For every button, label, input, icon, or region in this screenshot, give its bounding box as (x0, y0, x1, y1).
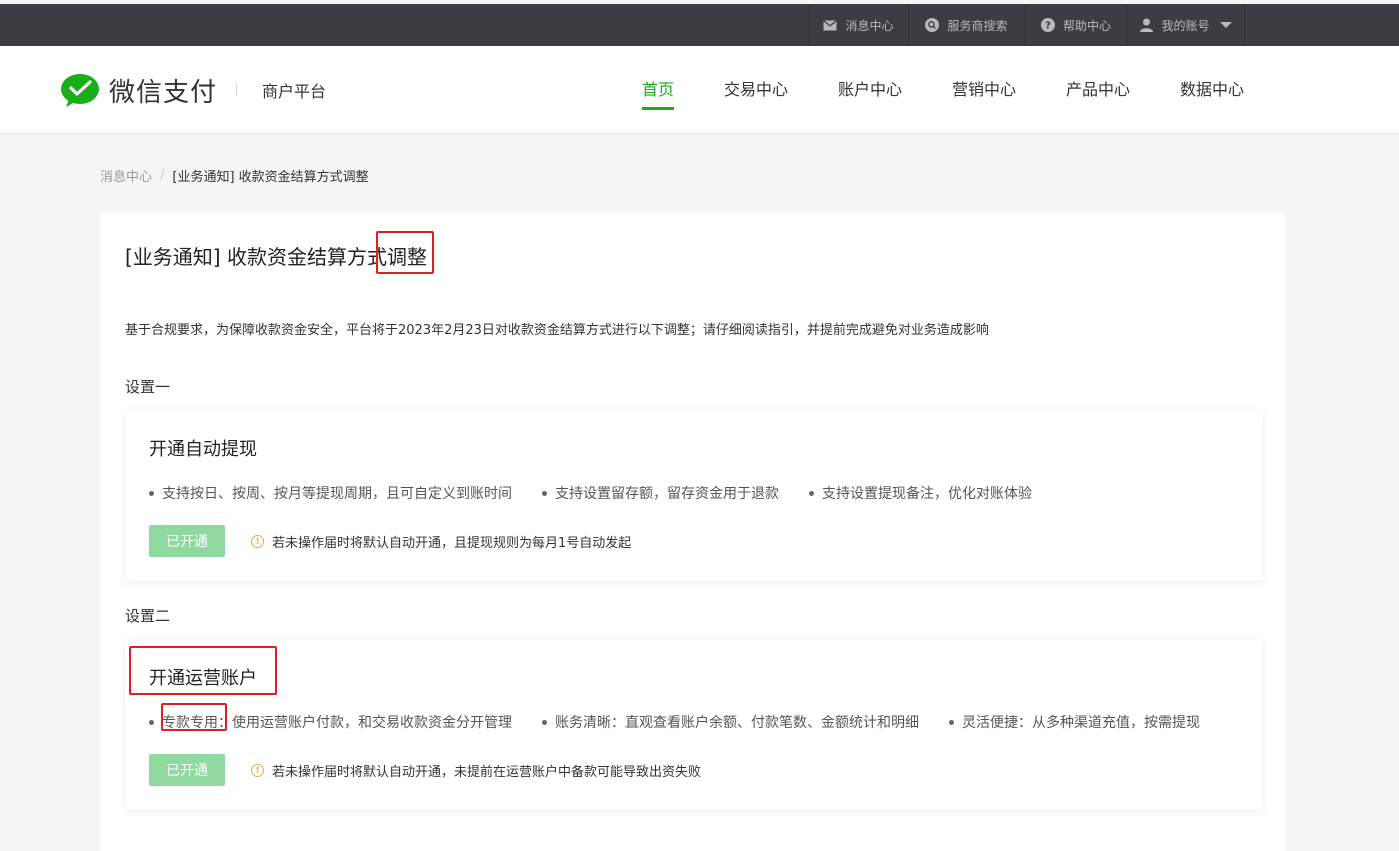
search-icon (925, 18, 940, 32)
auto-open-tip: ! 若未操作届时将默认自动开通，未提前在运营账户中备款可能导致出资失败 (251, 761, 701, 780)
feature-item: 账务清晰：直观查看账户余额、付款笔数、金额统计和明细 (542, 712, 919, 732)
breadcrumb-parent-link[interactable]: 消息中心 (100, 166, 152, 185)
bullet-icon (149, 719, 154, 725)
main-header: 微信支付 商户平台 首页 交易中心 账户中心 营销中心 产品中心 数据中心 (0, 46, 1399, 134)
feature-item: 支持设置提现备注，优化对账体验 (809, 483, 1032, 503)
bullet-icon (542, 719, 547, 725)
nav-transaction-center[interactable]: 交易中心 (724, 76, 788, 110)
nav-marketing-center[interactable]: 营销中心 (952, 76, 1016, 110)
highlight-box (161, 703, 227, 731)
section-label: 设置二 (125, 607, 171, 625)
activated-button[interactable]: 已开通 (149, 754, 225, 786)
platform-name: 商户平台 (262, 82, 327, 101)
message-detail-card: [业务通知] 收款资金结算方式调整 基于合规要求，为保障收款资金安全，平台将于2… (100, 213, 1285, 851)
highlight-box (376, 231, 434, 274)
topbar-label: 我的账号 (1161, 18, 1210, 33)
section-label: 设置一 (125, 378, 171, 396)
feature-text: 支持按日、按周、按月等提现周期，且可自定义到账时间 (162, 486, 512, 502)
bullet-icon (542, 490, 547, 496)
feature-item: 灵活便捷：从多种渠道充值，按需提现 (949, 712, 1200, 732)
nav-product-center[interactable]: 产品中心 (1066, 76, 1130, 110)
help-icon: ? (1040, 18, 1055, 32)
highlight-box (129, 646, 277, 695)
feature-text: 账务清晰：直观查看账户余额、付款笔数、金额统计和明细 (555, 715, 919, 731)
feature-text: 支持设置留存额，留存资金用于退款 (555, 486, 779, 502)
feature-item: 支持按日、按周、按月等提现周期，且可自定义到账时间 (149, 483, 512, 503)
breadcrumb: 消息中心 / [业务通知] 收款资金结算方式调整 (100, 166, 369, 185)
chevron-down-icon (1219, 22, 1232, 28)
breadcrumb-current: [业务通知] 收款资金结算方式调整 (172, 170, 369, 185)
header-divider (236, 82, 237, 96)
notice-text: 基于合规要求，为保障收款资金安全，平台将于2023年2月23日对收款资金结算方式… (125, 323, 989, 338)
feature-text: 支持设置提现备注，优化对账体验 (822, 486, 1032, 502)
topbar-message-center[interactable]: 消息中心 (808, 4, 908, 46)
breadcrumb-separator: / (160, 168, 165, 183)
auto-open-tip: ! 若未操作届时将默认自动开通，且提现规则为每月1号自动发起 (251, 532, 631, 551)
svg-text:?: ? (1045, 21, 1051, 32)
activated-button[interactable]: 已开通 (149, 525, 225, 557)
feature-list: 支持按日、按周、按月等提现周期，且可自定义到账时间 支持设置留存额，留存资金用于… (149, 483, 1062, 503)
bullet-icon (949, 719, 954, 725)
topbar-help-center[interactable]: ? 帮助中心 (1024, 4, 1127, 46)
topbar-label: 消息中心 (845, 18, 894, 33)
nav-home[interactable]: 首页 (642, 76, 675, 110)
topbar-my-account[interactable]: 我的账号 (1127, 4, 1245, 46)
warning-icon: ! (251, 535, 264, 548)
mail-icon (823, 19, 838, 31)
feature-item: 支持设置留存额，留存资金用于退款 (542, 483, 779, 503)
nav-account-center[interactable]: 账户中心 (838, 76, 902, 110)
topbar-provider-search[interactable]: 服务商搜索 (908, 4, 1024, 46)
auto-withdraw-panel: 开通自动提现 支持按日、按周、按月等提现周期，且可自定义到账时间 支持设置留存额… (125, 411, 1262, 581)
logo-text: 微信支付 (109, 78, 218, 108)
panel-title: 开通自动提现 (149, 439, 257, 460)
top-utility-bar: 消息中心 服务商搜索 ? 帮助中心 我的账号 (0, 4, 1399, 46)
tip-text: 若未操作届时将默认自动开通，且提现规则为每月1号自动发起 (272, 536, 632, 551)
tip-text: 若未操作届时将默认自动开通，未提前在运营账户中备款可能导致出资失败 (272, 765, 702, 780)
topbar-label: 服务商搜索 (947, 18, 1008, 33)
warning-icon: ! (251, 764, 264, 777)
bullet-icon (809, 490, 814, 496)
operating-account-panel: 开通运营账户 专款专用：使用运营账户付款，和交易收款资金分开管理 账务清晰：直观… (125, 640, 1262, 810)
feature-list: 专款专用：使用运营账户付款，和交易收款资金分开管理 账务清晰：直观查看账户余额、… (149, 712, 1230, 732)
bullet-icon (149, 490, 154, 496)
wechat-pay-icon (61, 73, 99, 107)
feature-text: 灵活便捷：从多种渠道充值，按需提现 (962, 715, 1200, 731)
nav-data-center[interactable]: 数据中心 (1180, 76, 1244, 110)
topbar-label: 帮助中心 (1062, 18, 1111, 33)
user-icon (1140, 18, 1154, 32)
wechat-pay-logo[interactable]: 微信支付 (60, 72, 217, 109)
